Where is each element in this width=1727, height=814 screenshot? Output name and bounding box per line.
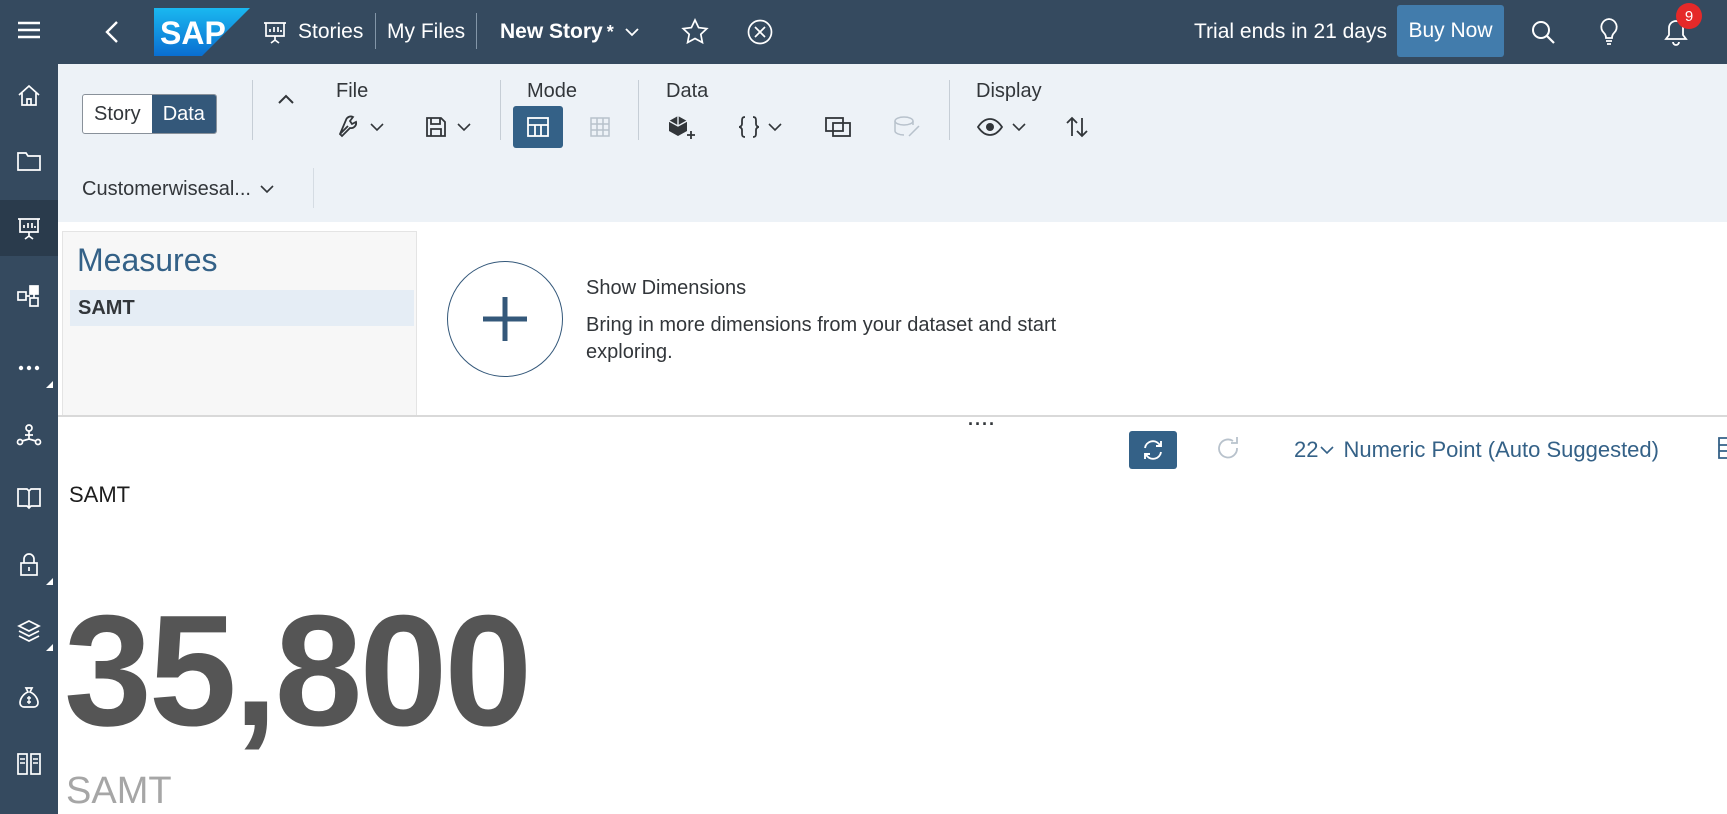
display-group-label: Display <box>976 80 1042 102</box>
data-view-button[interactable]: Data <box>151 95 216 133</box>
chart-header: SAMT <box>69 482 131 507</box>
chevron-down-icon <box>457 122 471 131</box>
chevron-down-icon <box>370 122 384 131</box>
story-toolbar: Story Data File Mode Data Display Custom… <box>58 64 1727 222</box>
deployment-icon[interactable] <box>0 603 58 659</box>
modeler-icon[interactable] <box>0 268 58 324</box>
numeric-point-icon: 22 <box>1294 437 1319 462</box>
chevron-down-icon <box>1012 122 1026 131</box>
file-group-label: File <box>336 80 369 102</box>
lightbulb-icon[interactable] <box>1598 0 1620 64</box>
toolbar-divider <box>500 80 501 140</box>
eye-icon <box>976 118 1004 136</box>
collapse-toolbar-icon[interactable] <box>276 78 296 120</box>
menu-icon[interactable] <box>0 2 58 58</box>
sap-logo[interactable]: SAP <box>154 0 250 64</box>
more-icon[interactable] <box>0 340 58 396</box>
model-name: Customerwisesal... <box>82 177 251 200</box>
measure-item-samt[interactable]: SAMT <box>70 290 414 326</box>
unsaved-marker: * <box>606 21 614 42</box>
measures-panel: Measures SAMT <box>62 231 417 416</box>
mode-group-label: Mode <box>527 80 578 102</box>
sort-button[interactable] <box>1064 106 1090 148</box>
auto-refresh-button[interactable] <box>1129 431 1177 469</box>
table-view-icon[interactable] <box>1716 434 1727 467</box>
close-story-icon[interactable] <box>746 0 774 64</box>
toolbar-divider <box>638 80 639 140</box>
overlap-icon <box>825 117 851 137</box>
breadcrumb-my-files[interactable]: My Files <box>387 20 465 44</box>
security-icon[interactable] <box>0 537 58 593</box>
story-view-button[interactable]: Story <box>83 95 152 133</box>
submenu-indicator-icon <box>46 578 53 585</box>
story-title-menu[interactable]: New Story * <box>500 0 640 64</box>
submenu-indicator-icon <box>46 644 53 651</box>
stories-icon[interactable] <box>0 200 58 256</box>
connections-icon[interactable] <box>0 406 58 462</box>
toolbar-divider <box>313 168 314 208</box>
show-dimensions-button[interactable] <box>447 261 563 377</box>
shell-bar: SAP Stories My Files New Story * Trial e… <box>58 0 1727 64</box>
system-icon[interactable] <box>0 736 58 792</box>
save-icon <box>426 117 446 137</box>
favorite-star-icon[interactable] <box>681 0 709 64</box>
planning-icon[interactable] <box>0 670 58 726</box>
explore-mode-button[interactable] <box>513 106 563 148</box>
smart-transform-button[interactable] <box>892 106 922 148</box>
model-selector[interactable]: Customerwisesal... <box>82 176 274 202</box>
breadcrumb-stories[interactable]: Stories <box>298 20 363 44</box>
data-group-label: Data <box>666 80 709 102</box>
tools-menu[interactable] <box>336 106 384 148</box>
data-wrangle-icon <box>894 116 920 137</box>
submenu-indicator-icon <box>46 381 53 388</box>
sort-icon <box>1066 116 1088 138</box>
add-data-icon <box>668 116 695 139</box>
wrench-icon <box>338 115 357 138</box>
table-icon <box>590 117 610 137</box>
grid-mode-button[interactable] <box>589 106 611 148</box>
chevron-down-icon <box>260 184 274 193</box>
stories-icon <box>264 22 286 44</box>
formula-menu[interactable] <box>736 106 782 148</box>
save-menu[interactable] <box>424 106 471 148</box>
breadcrumb-divider <box>476 13 477 49</box>
chevron-down-icon <box>768 122 782 131</box>
side-navigation <box>0 0 58 814</box>
grid-layout-icon <box>527 117 549 137</box>
chart-type-selector[interactable]: 22 Numeric Point (Auto Suggested) <box>1294 434 1659 466</box>
sap-logo-text: SAP <box>160 15 226 51</box>
stories-nav[interactable]: Stories <box>262 0 363 64</box>
panel-splitter[interactable] <box>58 415 1727 417</box>
plus-icon <box>483 297 527 341</box>
view-options-menu[interactable] <box>976 106 1026 148</box>
search-icon[interactable] <box>1530 0 1556 64</box>
home-icon[interactable] <box>0 68 58 124</box>
folder-icon[interactable] <box>0 133 58 189</box>
add-data-button[interactable] <box>666 106 698 148</box>
buy-now-button[interactable]: Buy Now <box>1397 5 1504 57</box>
chevron-down-icon <box>1320 445 1335 454</box>
show-dimensions-title: Show Dimensions <box>586 277 747 299</box>
refresh-icon <box>1144 440 1162 460</box>
braces-icon <box>738 116 760 138</box>
story-title: New Story <box>500 20 603 43</box>
toolbar-divider <box>252 80 253 140</box>
chart-type-label: Numeric Point (Auto Suggested) <box>1343 437 1659 462</box>
view-toggle: Story Data <box>82 94 217 134</box>
breadcrumb-divider <box>375 13 376 49</box>
chevron-down-icon <box>625 28 639 37</box>
measures-title: Measures <box>77 242 218 278</box>
catalog-icon[interactable] <box>0 470 58 526</box>
splitter-grip-icon[interactable]: ···· <box>968 415 996 433</box>
kpi-measure-label: SAMT <box>66 770 172 812</box>
notification-badge: 9 <box>1676 3 1702 29</box>
toolbar-divider <box>949 80 950 140</box>
kpi-value[interactable]: 35,800 <box>64 592 532 750</box>
link-dimensions-button[interactable] <box>824 106 852 148</box>
back-icon[interactable] <box>103 0 121 64</box>
redo-icon[interactable] <box>1215 434 1243 469</box>
trial-status: Trial ends in 21 days <box>1194 20 1387 43</box>
show-dimensions-description: Bring in more dimensions from your datas… <box>586 314 1057 363</box>
